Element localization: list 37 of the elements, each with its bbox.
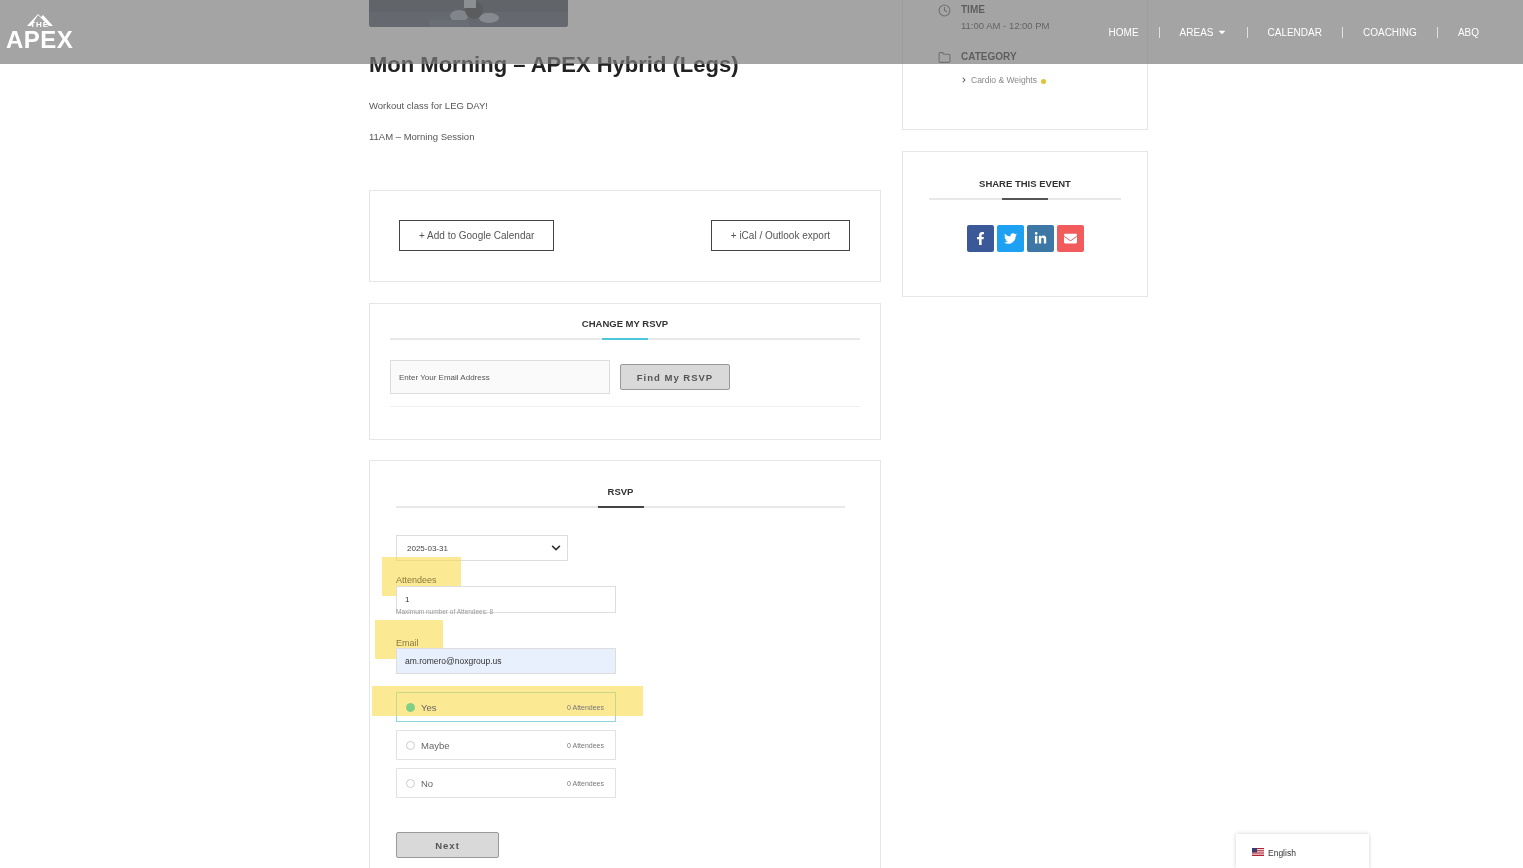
language-switcher[interactable]: English: [1236, 834, 1369, 868]
field-label: Email: [396, 638, 419, 648]
option-label: Yes: [421, 701, 437, 713]
option-label: Maybe: [421, 739, 450, 751]
detail-label: TIME: [961, 4, 986, 15]
event-description: 11AM – Morning Session: [369, 131, 476, 142]
email-input[interactable]: am.romero@noxgroup.us: [396, 648, 616, 674]
email-input[interactable]: Enter Your Email Address: [390, 360, 610, 394]
calendar-export-button[interactable]: + Add to Google Calendar: [399, 220, 555, 251]
calendar-export-button[interactable]: + iCal / Outlook export: [710, 220, 850, 251]
share-button[interactable]: [1026, 225, 1054, 252]
share-button[interactable]: [1056, 225, 1084, 252]
find-rsvp-button[interactable]: Find My RSVP: [620, 364, 730, 390]
time-value: 11:00 AM - 12:00 PM: [961, 20, 1050, 31]
section-title: SHARE THIS EVENT: [978, 178, 1072, 191]
chevron-icon: [961, 77, 967, 83]
radio-icon: [406, 740, 415, 750]
chevron-icon: [551, 543, 561, 553]
option-label: No: [421, 777, 434, 789]
twitter-icon: [1003, 232, 1017, 245]
logo-text: APEX: [6, 29, 74, 51]
radio-icon: [406, 778, 415, 788]
event-description: Workout class for LEG DAY!: [369, 100, 489, 111]
envelope-icon: [1063, 232, 1077, 245]
linkedin-icon: [1033, 232, 1047, 245]
share-button[interactable]: [966, 225, 994, 252]
section-title: RSVP: [606, 486, 635, 499]
flag-icon: [1252, 848, 1264, 856]
share-button[interactable]: [996, 225, 1024, 252]
date-select[interactable]: 2025-03-31: [396, 535, 568, 561]
radio-icon: [406, 702, 415, 712]
field-label: Attendees: [396, 575, 437, 585]
event-title: Mon Morning – APEX Hybrid (Legs): [369, 52, 740, 78]
section-title: CHANGE MY RSVP: [580, 318, 670, 331]
category-link[interactable]: Cardio & Weights: [971, 75, 1037, 85]
detail-label: CATEGORY: [961, 51, 1018, 62]
next-button[interactable]: Next: [396, 832, 499, 858]
